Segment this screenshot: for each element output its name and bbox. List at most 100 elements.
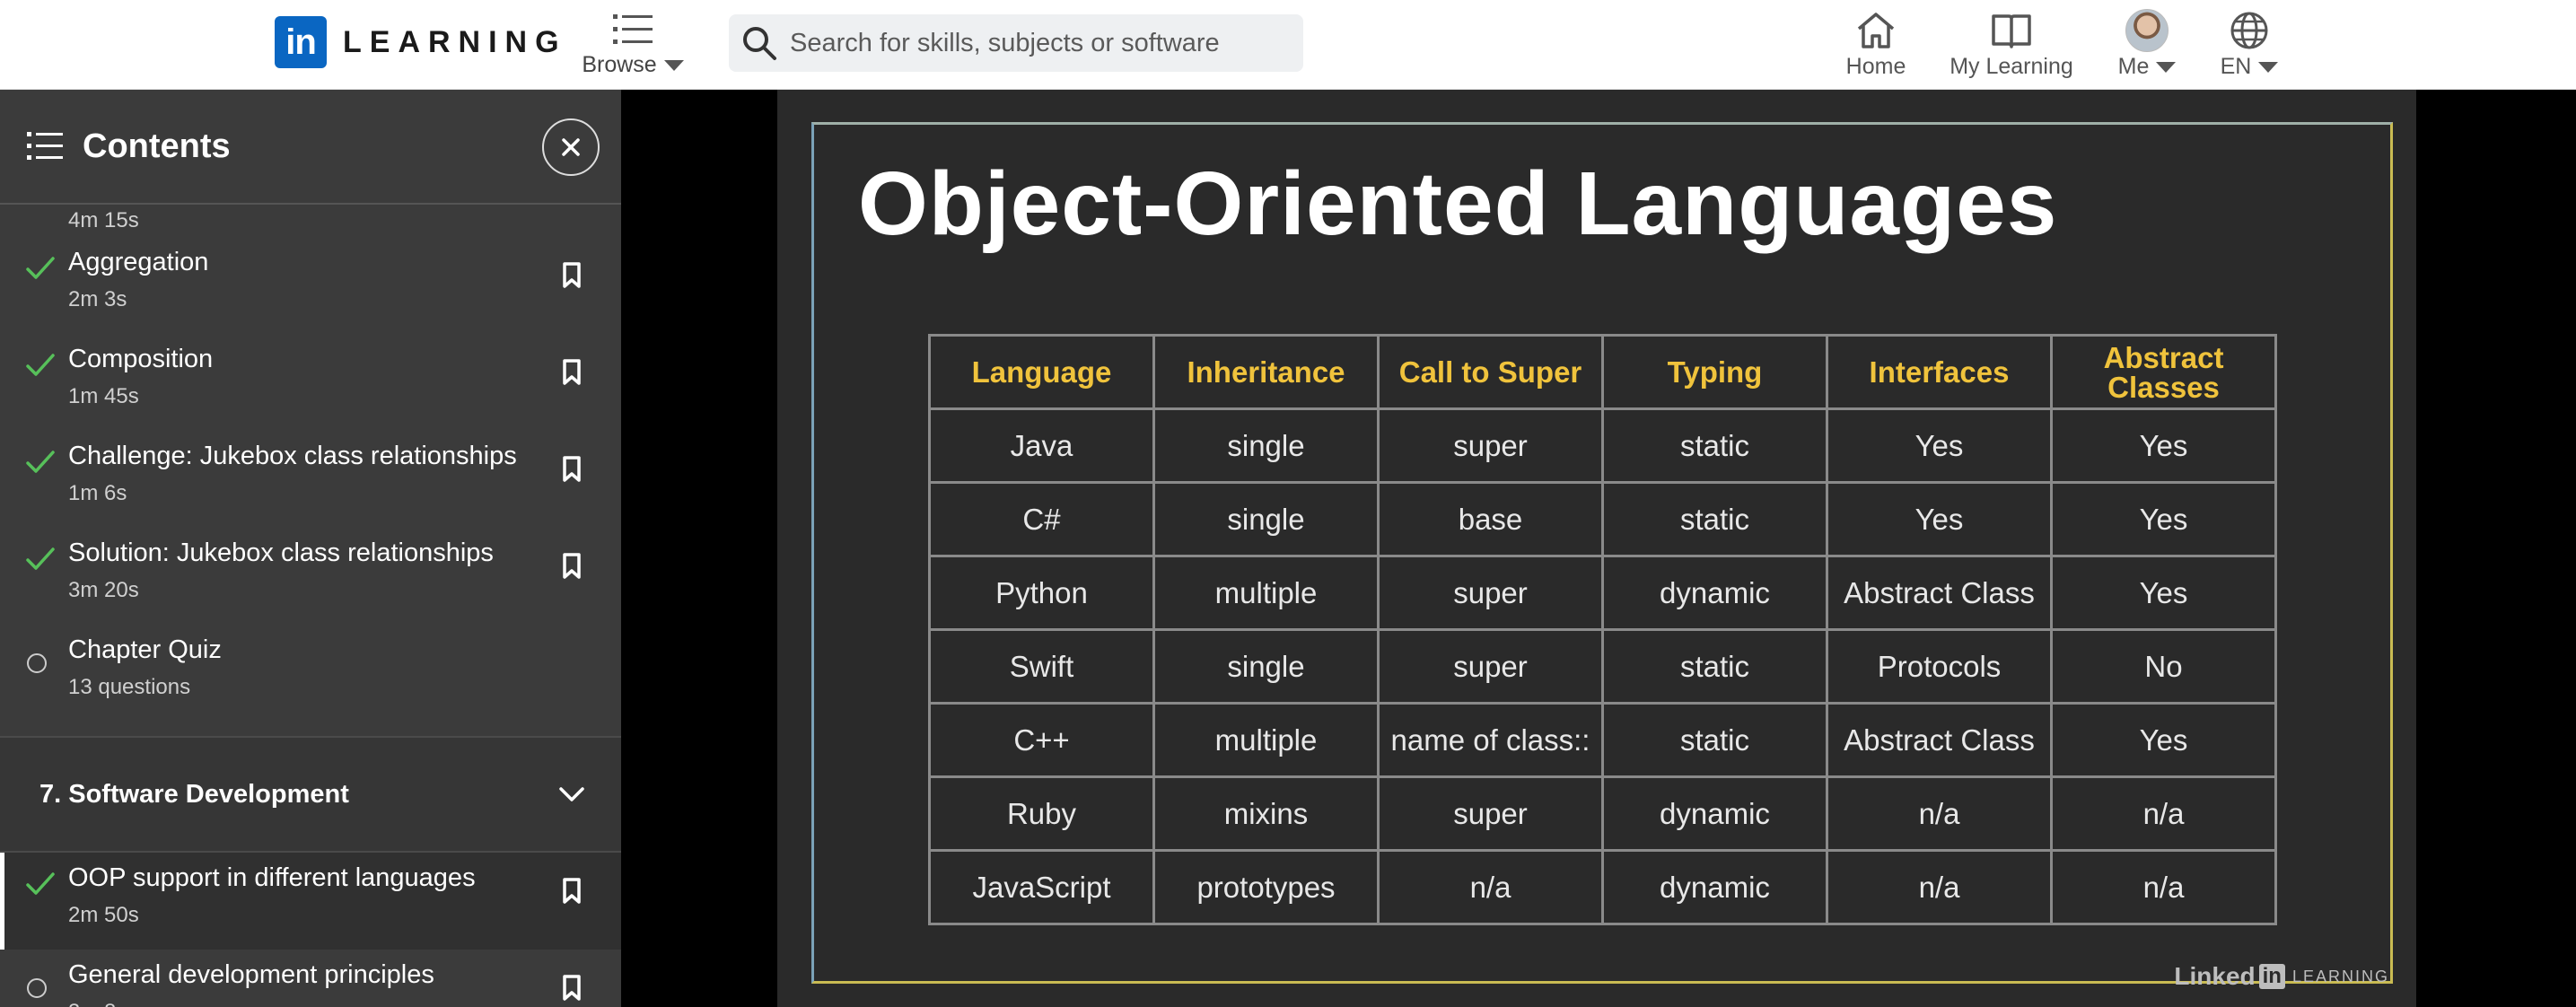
video-slide: Object-Oriented Languages Language Inher… — [777, 90, 2416, 1007]
list-item[interactable]: Composition 1m 45s — [0, 334, 621, 431]
table-header-cell: Inheritance — [1152, 334, 1380, 410]
watermark-learning: LEARNING — [2291, 967, 2389, 985]
table-row: C++ multiple name of class:: static Abstract… — [928, 702, 2277, 778]
table-cell: n/a — [1826, 849, 2053, 925]
table-row: Java single super static Yes Yes — [928, 407, 2277, 484]
nav-language[interactable]: EN — [2213, 7, 2285, 80]
table-row: Python multiple super dynamic Abstract Class… — [928, 555, 2277, 631]
nav-my-learning[interactable]: My Learning — [1944, 7, 2079, 80]
search-icon — [743, 27, 776, 60]
table-cell: prototypes — [1152, 849, 1380, 925]
sidebar-header: Contents — [0, 90, 621, 205]
table-row: Ruby mixins super dynamic n/a n/a — [928, 775, 2277, 852]
book-icon — [1944, 7, 2079, 54]
home-icon — [1831, 7, 1921, 54]
linkedin-learning-logo[interactable]: in LEARNING — [275, 16, 567, 68]
table-header-row: Language Inheritance Call to Super Typin… — [928, 334, 2277, 410]
bookmark-icon[interactable] — [562, 975, 582, 1002]
item-duration: 1m 6s — [68, 481, 127, 505]
caret-down-icon — [663, 59, 684, 71]
table-cell: Protocols — [1826, 628, 2053, 705]
item-title: Solution: Jukebox class relationships — [68, 539, 494, 567]
bookmark-icon[interactable] — [562, 456, 582, 483]
list-icon — [27, 132, 63, 160]
table-cell: mixins — [1152, 775, 1380, 852]
list-item[interactable]: Challenge: Jukebox class relationships 1… — [0, 431, 621, 528]
table-cell: base — [1377, 481, 1604, 557]
search-bar[interactable] — [729, 14, 1303, 72]
table-cell: dynamic — [1601, 775, 1828, 852]
chapter-header[interactable]: 7. Software Development — [0, 736, 621, 853]
table-header-cell: Language — [928, 334, 1155, 410]
close-icon — [562, 138, 580, 156]
nav-home[interactable]: Home — [1831, 7, 1921, 80]
item-duration: 3m 20s — [68, 578, 139, 602]
item-title: Challenge: Jukebox class relationships — [68, 442, 517, 470]
table-cell: Abstract Class — [1826, 555, 2053, 631]
table-header-cell: Interfaces — [1826, 334, 2053, 410]
nav-me[interactable]: Me — [2111, 7, 2183, 80]
table-cell: Yes — [2050, 407, 2277, 484]
bookmark-icon[interactable] — [562, 262, 582, 289]
item-duration: 1m 45s — [68, 384, 139, 408]
sidebar-title: Contents — [83, 127, 231, 165]
list-item[interactable]: Solution: Jukebox class relationships 3m… — [0, 528, 621, 625]
top-nav-bar: in LEARNING Browse Home My Learning Me — [0, 0, 2576, 90]
table-cell: n/a — [1826, 775, 2053, 852]
search-input[interactable] — [790, 28, 1292, 58]
item-title: General development principles — [68, 960, 434, 989]
table-cell: Swift — [928, 628, 1155, 705]
table-cell: Ruby — [928, 775, 1155, 852]
table-cell: single — [1152, 628, 1380, 705]
checkmark-icon — [26, 872, 55, 895]
table-row: Swift single super static Protocols No — [928, 628, 2277, 705]
table-cell: n/a — [2050, 775, 2277, 852]
list-item[interactable]: General development principles 3m 8s — [0, 950, 621, 1007]
table-cell: No — [2050, 628, 2277, 705]
table-cell: static — [1601, 628, 1828, 705]
bookmark-icon[interactable] — [562, 553, 582, 580]
table-cell: Python — [928, 555, 1155, 631]
item-title: Composition — [68, 345, 214, 373]
table-cell: super — [1377, 628, 1604, 705]
table-header-cell: Typing — [1601, 334, 1828, 410]
table-cell: dynamic — [1601, 555, 1828, 631]
item-title: OOP support in different languages — [68, 863, 476, 892]
nav-home-label: Home — [1845, 54, 1906, 79]
table-cell: Java — [928, 407, 1155, 484]
item-duration: 13 questions — [68, 675, 191, 699]
list-item[interactable]: OOP support in different languages 2m 50… — [0, 853, 621, 950]
chevron-down-icon — [559, 787, 584, 801]
item-title: Aggregation — [68, 248, 209, 276]
item-duration: 2m 3s — [68, 287, 127, 311]
avatar — [2125, 9, 2169, 52]
close-sidebar-button[interactable] — [542, 118, 600, 176]
watermark-in: in — [2258, 964, 2285, 989]
globe-icon — [2213, 7, 2285, 54]
checkmark-icon — [26, 257, 55, 279]
languages-table: Language Inheritance Call to Super Typin… — [928, 334, 2277, 925]
linkedin-learning-watermark: Linked in LEARNING — [2174, 962, 2389, 991]
table-row: JavaScript prototypes n/a dynamic n/a n/a — [928, 849, 2277, 925]
bookmark-icon[interactable] — [562, 878, 582, 905]
contents-sidebar: Contents 4m 15s Aggregation 2m 3s Compos… — [0, 90, 621, 1007]
table-cell: name of class:: — [1377, 702, 1604, 778]
table-cell: JavaScript — [928, 849, 1155, 925]
nav-language-label: EN — [2220, 54, 2252, 79]
table-cell: dynamic — [1601, 849, 1828, 925]
list-item[interactable]: Aggregation 2m 3s — [0, 237, 621, 334]
list-item[interactable]: Chapter Quiz 13 questions — [0, 625, 621, 722]
watermark-brand: Linked — [2174, 962, 2256, 990]
list-icon — [574, 7, 691, 52]
browse-menu[interactable]: Browse — [574, 7, 691, 78]
list-item[interactable]: 4m 15s — [0, 205, 621, 237]
table-cell: Yes — [1826, 407, 2053, 484]
item-duration: 2m 50s — [68, 903, 139, 927]
table-header-cell: Call to Super — [1377, 334, 1604, 410]
checkmark-icon — [26, 451, 55, 473]
table-cell: n/a — [1377, 849, 1604, 925]
video-player[interactable]: Object-Oriented Languages Language Inher… — [621, 90, 2576, 1007]
table-header-cell: Abstract Classes — [2050, 334, 2277, 410]
bookmark-icon[interactable] — [562, 359, 582, 386]
item-duration: 3m 8s — [68, 1000, 127, 1007]
